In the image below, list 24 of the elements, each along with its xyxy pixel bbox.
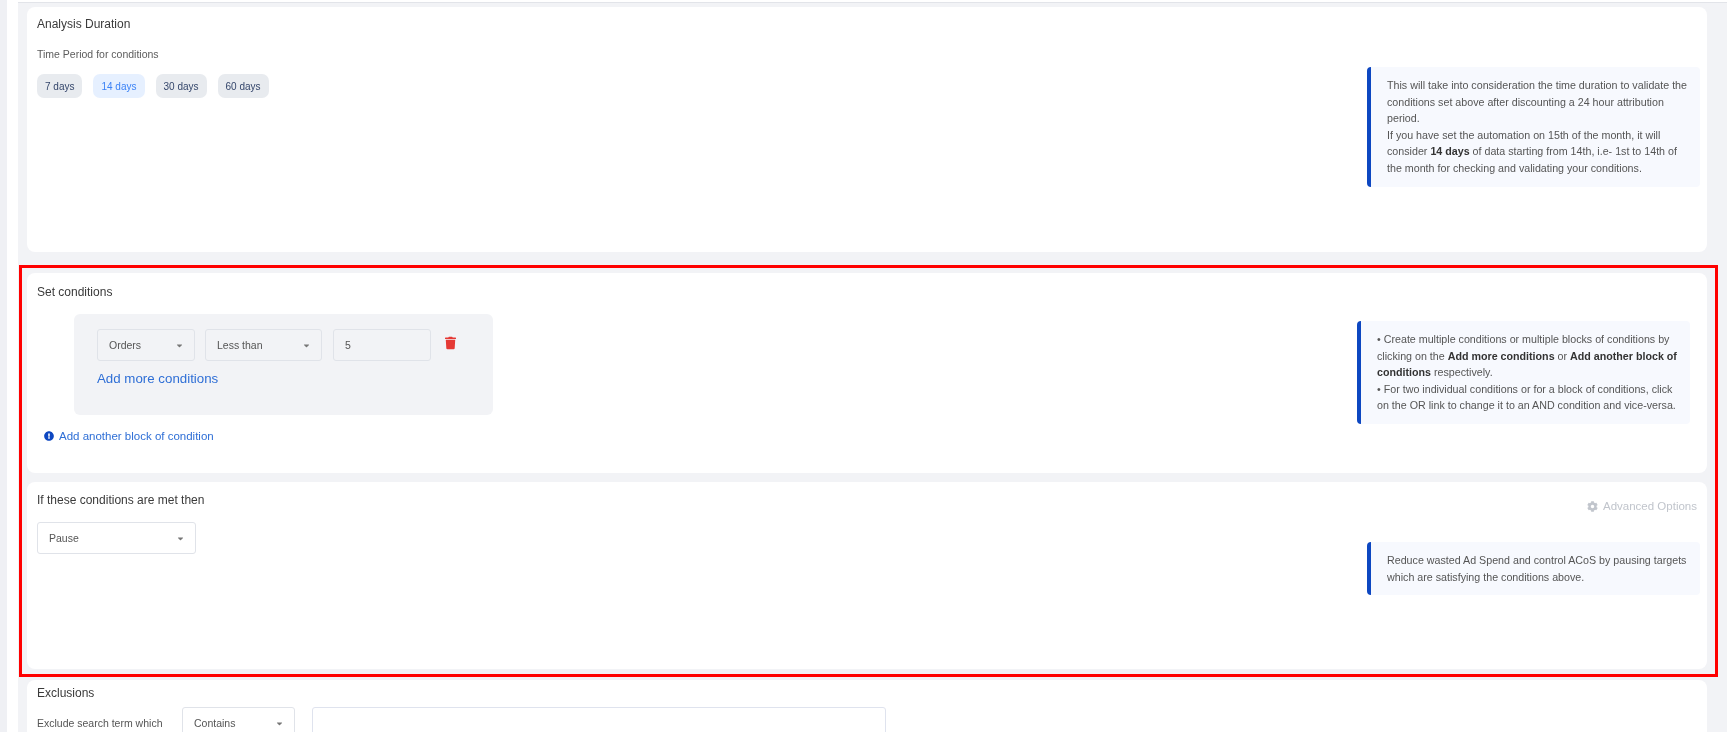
info-text: Reduce wasted Ad Spend and control ACoS by pausing targets which are satisfying the conditions above.	[1387, 553, 1688, 585]
duration-chip[interactable]: 7 days	[37, 74, 83, 98]
info-text: If you have set the automation on 15th of the month, it will consider 14 days of data starting from 14th, i.e- 1st to 14th of the month for checking and validating your conditions.	[1387, 127, 1678, 176]
search-term-input[interactable]	[312, 707, 886, 732]
metric-dropdown[interactable]: Orders	[97, 329, 195, 361]
section-title: Analysis Duration	[37, 16, 131, 33]
field-label: Exclude search term which	[37, 716, 164, 730]
section-title: If these conditions are met then	[37, 492, 205, 509]
info-text: This will take into consideration the time duration to validate the conditions set above after discounting a 24 hour attribution period.	[1387, 78, 1688, 127]
trash-icon[interactable]	[445, 336, 456, 350]
info-text: • Create multiple conditions or multiple blocks of conditions by clicking on the Add more conditions or Add another block of conditions respectively.	[1377, 332, 1678, 381]
action-dropdown[interactable]: Pause	[37, 522, 196, 554]
add-condition-link[interactable]: Add more conditions	[97, 371, 219, 387]
duration-chip[interactable]: 30 days	[155, 74, 207, 98]
field-label: Time Period for conditions	[37, 47, 159, 62]
match-dropdown[interactable]: Contains	[182, 707, 295, 732]
add-block-link[interactable]: Add another block of condition	[44, 428, 214, 444]
duration-chip[interactable]: 60 days	[217, 74, 269, 98]
operator-dropdown[interactable]: Less than	[205, 329, 322, 361]
info-text: • For two individual conditions or for a block of conditions, click on the OR link to change it to an AND condition and vice-versa.	[1377, 381, 1677, 414]
section-title: Exclusions	[37, 685, 95, 702]
gear-icon	[1587, 500, 1598, 512]
section-title: Set conditions	[37, 284, 113, 301]
value-input[interactable]: 5	[333, 329, 431, 361]
